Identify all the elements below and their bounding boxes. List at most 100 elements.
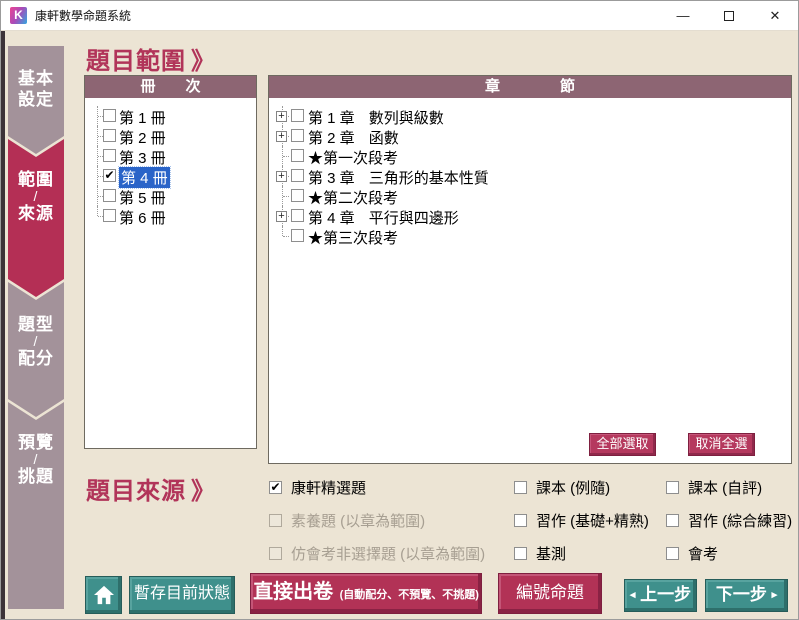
chapter-checkbox[interactable] — [291, 169, 304, 182]
chapter-label[interactable]: 第 3 章三角形的基本性質 — [308, 167, 489, 188]
volume-tree-row[interactable]: 第 2 冊 — [85, 126, 256, 146]
chapter-tree-row[interactable]: 第 2 章函數 — [269, 126, 791, 146]
volume-list: 第 1 冊第 2 冊第 3 冊第 4 冊第 5 冊第 6 冊 — [85, 98, 256, 226]
volume-checkbox[interactable] — [103, 109, 116, 122]
select-all-button[interactable]: 全部選取 — [589, 433, 656, 456]
volume-tree-row[interactable]: 第 1 冊 — [85, 106, 256, 126]
source-option[interactable]: 習作 (綜合練習) — [666, 513, 792, 546]
chapter-number: 第 2 章 — [308, 130, 355, 147]
source-checkbox[interactable] — [666, 481, 679, 494]
volume-checkbox[interactable] — [103, 129, 116, 142]
expand-plus-icon[interactable] — [276, 131, 287, 142]
volume-label[interactable]: 第 4 冊 — [119, 167, 170, 188]
chapter-tree-row[interactable]: ★第三次段考 — [269, 226, 791, 246]
expand-plus-icon[interactable] — [276, 111, 287, 122]
numbered-question-button[interactable]: 編號命題 — [498, 573, 602, 614]
volume-checkbox[interactable] — [103, 169, 116, 182]
direct-generate-label: 直接出卷 — [253, 581, 333, 603]
volume-checkbox[interactable] — [103, 149, 116, 162]
source-column-3: 課本 (自評)習作 (綜合練習)會考 — [666, 480, 792, 579]
source-label: 基測 — [536, 546, 566, 563]
chapter-label[interactable]: ★第三次段考 — [308, 227, 398, 248]
source-checkbox — [269, 514, 282, 527]
volume-tree-row[interactable]: 第 5 冊 — [85, 186, 256, 206]
home-button[interactable] — [85, 576, 122, 614]
volume-checkbox[interactable] — [103, 209, 116, 222]
chevron-glyph: 》 — [191, 478, 216, 505]
chapter-tree-row[interactable]: 第 1 章數列與級數 — [269, 106, 791, 126]
sidebar-tab-preview-pick[interactable]: 預覽/挑題 — [8, 402, 64, 609]
source-checkbox[interactable] — [666, 514, 679, 527]
chapter-label[interactable]: 第 1 章數列與級數 — [308, 107, 444, 128]
volume-label[interactable]: 第 3 冊 — [119, 147, 166, 168]
volume-label[interactable]: 第 2 冊 — [119, 127, 166, 148]
close-button[interactable]: ✕ — [752, 1, 798, 30]
source-option[interactable]: 康軒精選題 — [269, 480, 485, 513]
sidebar-tab-question-type-points[interactable]: 題型/配分 — [8, 282, 64, 417]
volume-checkbox[interactable] — [103, 189, 116, 202]
previous-step-button[interactable]: ◂ 上一步 — [624, 579, 697, 612]
previous-step-label: 上一步 — [640, 585, 691, 604]
sidebar-tab-label-line: 題型 — [8, 314, 64, 335]
sidebar-tab-label-line: 來源 — [8, 203, 64, 224]
source-option[interactable]: 會考 — [666, 546, 792, 579]
deselect-all-button[interactable]: 取消全選 — [688, 433, 755, 456]
sidebar-tab-label-line: 設定 — [8, 89, 64, 110]
direct-generate-exam-button[interactable]: 直接出卷 (自動配分、不預覽、不挑題) — [250, 573, 482, 614]
chapter-checkbox[interactable] — [291, 189, 304, 202]
chapter-tree-row[interactable]: 第 3 章三角形的基本性質 — [269, 166, 791, 186]
sidebar-tab-basic-settings[interactable]: 基本設定 — [8, 46, 64, 154]
volume-label[interactable]: 第 6 冊 — [119, 207, 166, 228]
source-label: 仿會考非選擇題 (以章為範圍) — [291, 546, 485, 563]
chapter-title: 三角形的基本性質 — [369, 170, 489, 187]
question-source-heading-text: 題目來源 — [86, 478, 186, 505]
source-checkbox[interactable] — [666, 547, 679, 560]
chapter-checkbox[interactable] — [291, 129, 304, 142]
source-checkbox[interactable] — [514, 514, 527, 527]
chapter-title: 平行與四邊形 — [369, 210, 459, 227]
sidebar-tab-label-line: 範圍 — [8, 169, 64, 190]
expand-plus-icon[interactable] — [276, 211, 287, 222]
sidebar-tab-label-line: / — [8, 335, 64, 348]
sidebar-tab-label-line: 挑題 — [8, 466, 64, 487]
sidebar-tab-label-line: 基本 — [8, 68, 64, 89]
source-option[interactable]: 習作 (基礎+精熟) — [514, 513, 649, 546]
source-checkbox[interactable] — [514, 547, 527, 560]
minimize-button[interactable]: — — [660, 1, 706, 30]
volume-tree-row[interactable]: 第 4 冊 — [85, 166, 256, 186]
source-option[interactable]: 課本 (例隨) — [514, 480, 649, 513]
chevron-glyph: 》 — [191, 48, 216, 75]
chapter-panel: 章 節 第 1 章數列與級數第 2 章函數★第一次段考第 3 章三角形的基本性質… — [268, 75, 792, 464]
chapter-number: 第 4 章 — [308, 210, 355, 227]
source-checkbox[interactable] — [514, 481, 527, 494]
chapter-tree-row[interactable]: ★第二次段考 — [269, 186, 791, 206]
volume-label[interactable]: 第 1 冊 — [119, 107, 166, 128]
next-step-button[interactable]: 下一步 ▸ — [705, 579, 788, 612]
chapter-checkbox[interactable] — [291, 229, 304, 242]
home-icon — [93, 585, 115, 605]
chapter-checkbox[interactable] — [291, 209, 304, 222]
app-window: K 康軒數學命題系統 — ✕ 基本設定 範圍/來源 題型/配分 預覽/挑題 題目… — [0, 0, 799, 620]
chapter-label[interactable]: ★第二次段考 — [308, 187, 398, 208]
chapter-checkbox[interactable] — [291, 149, 304, 162]
maximize-button[interactable] — [706, 1, 752, 30]
volume-tree-row[interactable]: 第 6 冊 — [85, 206, 256, 226]
volume-label[interactable]: 第 5 冊 — [119, 187, 166, 208]
chapter-tree-row[interactable]: ★第一次段考 — [269, 146, 791, 166]
sidebar-tab-range-source[interactable]: 範圍/來源 — [8, 139, 64, 297]
save-current-state-button[interactable]: 暫存目前狀態 — [129, 576, 235, 614]
maximize-icon — [724, 11, 734, 21]
source-option[interactable]: 課本 (自評) — [666, 480, 792, 513]
chapter-list: 第 1 章數列與級數第 2 章函數★第一次段考第 3 章三角形的基本性質★第二次… — [269, 98, 791, 246]
source-checkbox[interactable] — [269, 481, 282, 494]
volume-tree-row[interactable]: 第 3 冊 — [85, 146, 256, 166]
source-option[interactable]: 素養題 (以章為範圍) — [269, 513, 485, 546]
chapter-label[interactable]: 第 4 章平行與四邊形 — [308, 207, 459, 228]
chapter-label[interactable]: 第 2 章函數 — [308, 127, 399, 148]
window-controls: — ✕ — [660, 1, 798, 30]
chapter-checkbox[interactable] — [291, 109, 304, 122]
direct-generate-note: (自動配分、不預覽、不挑題) — [340, 589, 479, 601]
expand-plus-icon[interactable] — [276, 171, 287, 182]
chapter-label[interactable]: ★第一次段考 — [308, 147, 398, 168]
chapter-tree-row[interactable]: 第 4 章平行與四邊形 — [269, 206, 791, 226]
